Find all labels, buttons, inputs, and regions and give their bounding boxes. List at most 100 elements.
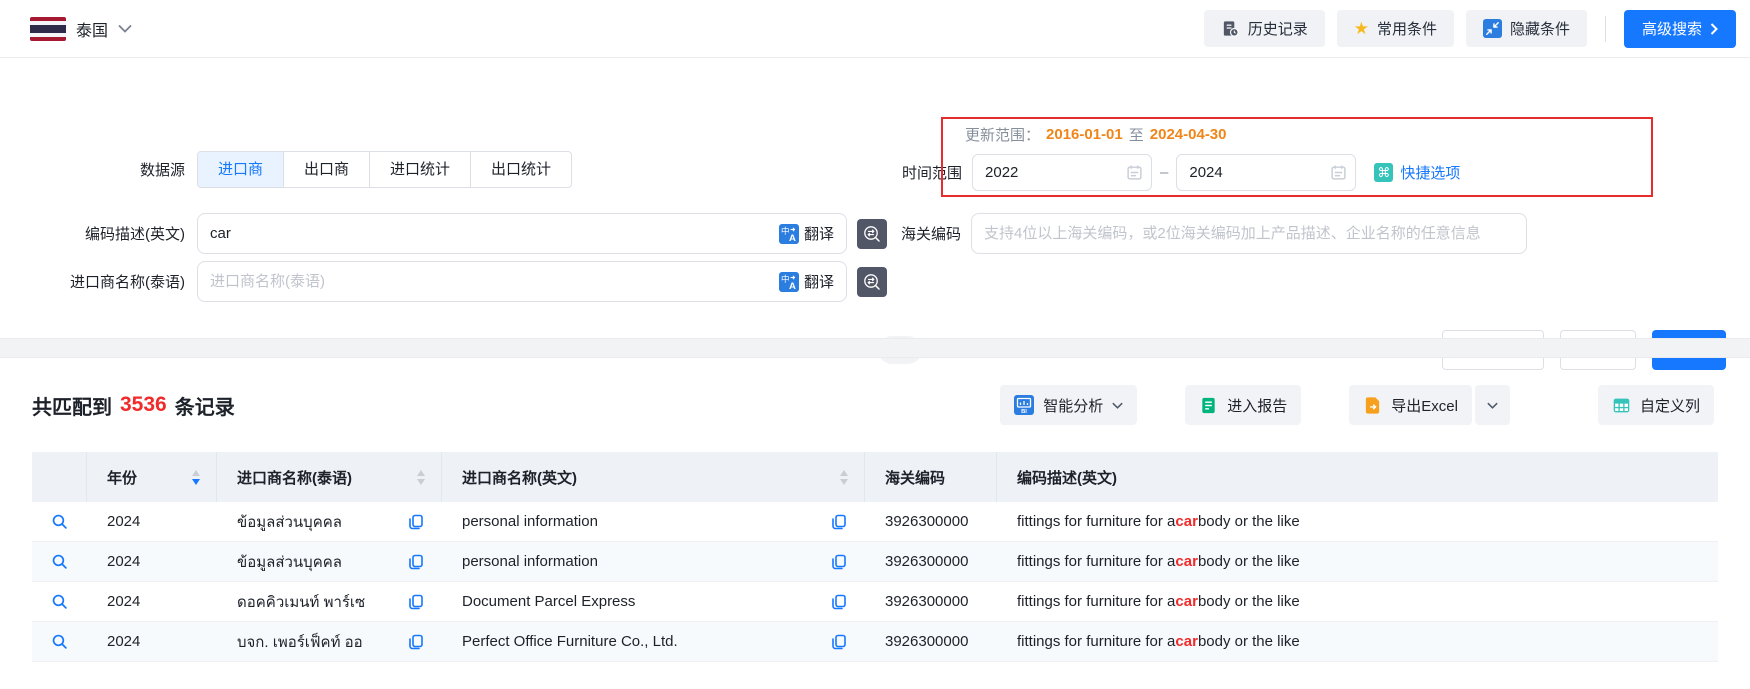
cell-importer-english: Perfect Office Furniture Co., Ltd. (442, 622, 865, 661)
export-options-button[interactable] (1475, 385, 1510, 425)
copy-icon[interactable] (408, 514, 424, 530)
cell-importer-english: personal information (442, 502, 865, 541)
report-icon (1199, 396, 1218, 415)
copy-icon[interactable] (831, 594, 847, 610)
section-divider (0, 338, 1750, 358)
history-button[interactable]: 历史记录 (1204, 10, 1325, 47)
importer-name-input[interactable] (210, 273, 779, 290)
hide-conditions-button[interactable]: 隐藏条件 (1466, 10, 1587, 47)
country-selector[interactable]: 泰国 (30, 17, 132, 41)
header-year: 年份 (87, 452, 217, 502)
favorites-label: 常用条件 (1377, 18, 1437, 39)
collapse-icon (1483, 19, 1502, 38)
time-range-label: 时间范围 (902, 162, 962, 183)
cell-importer-thai: ดอคคิวเมนท์ พาร์เซ (217, 582, 442, 621)
copy-icon[interactable] (408, 554, 424, 570)
export-excel-label: 导出Excel (1391, 395, 1458, 416)
translate-button[interactable]: 中 A 翻译 (779, 271, 834, 292)
code-description-field: 中 A 翻译 (197, 213, 847, 254)
row-detail-button[interactable] (32, 542, 87, 581)
importer-name-row: 进口商名称(泰语) 中 A 翻译 (30, 261, 887, 302)
table-header-row: 年份 进口商名称(泰语) 进口商名称(英文) 海关编码 编码描述(英文) (32, 452, 1718, 502)
summary-suffix: 条记录 (175, 391, 235, 420)
chevron-down-icon (1112, 402, 1123, 409)
calendar-icon[interactable] (1126, 164, 1143, 181)
update-range-to: 2024-04-30 (1150, 126, 1227, 143)
code-description-input[interactable] (210, 225, 779, 242)
copy-icon[interactable] (408, 634, 424, 650)
match-mode-icon[interactable] (857, 219, 887, 249)
time-to-input[interactable] (1189, 164, 1330, 181)
chevron-down-icon (1487, 402, 1498, 409)
svg-text:A: A (789, 281, 796, 292)
update-range-label: 更新范围： (965, 124, 1040, 145)
advanced-search-button[interactable]: 高级搜索 (1624, 10, 1736, 48)
excel-file-icon (1363, 396, 1382, 415)
row-detail-button[interactable] (32, 502, 87, 541)
tab-import-stats[interactable]: 进口统计 (370, 152, 471, 187)
row-detail-button[interactable] (32, 622, 87, 661)
table-row: 2024 บจก. เพอร์เฟ็คท์ ออ Perfect Office … (32, 622, 1718, 662)
cell-hs-code: 3926300000 (865, 502, 997, 541)
copy-icon[interactable] (831, 554, 847, 570)
favorites-button[interactable]: ★ 常用条件 (1337, 10, 1454, 47)
time-to-field (1176, 154, 1356, 191)
tab-export-stats[interactable]: 出口统计 (471, 152, 571, 187)
translate-icon: 中 A (779, 272, 799, 292)
search-panel: 数据源 进口商 出口商 进口统计 出口统计 更新范围： 2016-01-01 至… (0, 58, 1750, 338)
time-from-input[interactable] (985, 164, 1126, 181)
cell-hs-code: 3926300000 (865, 622, 997, 661)
smart-analysis-button[interactable]: BI 智能分析 (1000, 385, 1137, 425)
sort-year[interactable] (192, 470, 200, 485)
time-from-field (972, 154, 1152, 191)
range-separator: – (1160, 164, 1168, 181)
magnifier-icon (51, 633, 68, 650)
hs-code-input[interactable] (984, 225, 1514, 242)
chevron-right-icon (1710, 23, 1718, 35)
star-icon: ★ (1354, 20, 1369, 37)
history-label: 历史记录 (1248, 18, 1308, 39)
quick-options-button[interactable]: ⌘ 快捷选项 (1374, 162, 1460, 183)
row-detail-button[interactable] (32, 582, 87, 621)
header-code-description: 编码描述(英文) (997, 452, 1718, 502)
datasource-tabs: 进口商 出口商 进口统计 出口统计 (197, 151, 572, 188)
cell-description: fittings for furniture for a car body or… (997, 542, 1718, 581)
tab-importer[interactable]: 进口商 (198, 152, 284, 187)
customize-columns-button[interactable]: 自定义列 (1598, 385, 1714, 425)
results-table: 年份 进口商名称(泰语) 进口商名称(英文) 海关编码 编码描述(英文) 202… (32, 452, 1718, 662)
enter-report-label: 进入报告 (1227, 395, 1287, 416)
copy-icon[interactable] (831, 634, 847, 650)
topbar-actions: 历史记录 ★ 常用条件 隐藏条件 高级搜索 (1204, 10, 1736, 48)
table-row: 2024 ข้อมูลส่วนบุคคล personal informatio… (32, 502, 1718, 542)
chevron-down-icon (118, 24, 132, 33)
tab-exporter[interactable]: 出口商 (284, 152, 370, 187)
cell-hs-code: 3926300000 (865, 582, 997, 621)
svg-text:BI: BI (1021, 409, 1027, 415)
cell-description: fittings for furniture for a car body or… (997, 582, 1718, 621)
datasource-row: 数据源 进口商 出口商 进口统计 出口统计 (30, 151, 572, 188)
sort-importer-english[interactable] (840, 470, 848, 485)
header-importer-english: 进口商名称(英文) (442, 452, 865, 502)
calendar-icon[interactable] (1330, 164, 1347, 181)
header-expand-column (32, 452, 87, 502)
enter-report-button[interactable]: 进入报告 (1185, 385, 1301, 425)
hide-conditions-label: 隐藏条件 (1510, 18, 1570, 39)
copy-icon[interactable] (408, 594, 424, 610)
translate-button[interactable]: 中 A 翻译 (779, 223, 834, 244)
hs-code-field (971, 213, 1527, 254)
cell-year: 2024 (87, 502, 217, 541)
cell-importer-thai: บจก. เพอร์เฟ็คท์ ออ (217, 622, 442, 661)
bi-analysis-icon: BI (1014, 395, 1034, 415)
sort-importer-thai[interactable] (417, 470, 425, 485)
results-toolbar: BI 智能分析 进入报告 (1000, 385, 1714, 425)
match-mode-icon[interactable] (857, 267, 887, 297)
highlight-keyword: car (1175, 553, 1198, 570)
customize-columns-label: 自定义列 (1640, 395, 1700, 416)
time-range-row: 时间范围 – (902, 154, 1460, 191)
code-description-label: 编码描述(英文) (30, 223, 185, 244)
export-split-button: 导出Excel (1349, 385, 1510, 425)
results-count: 3536 (120, 393, 167, 417)
svg-text:A: A (789, 233, 796, 244)
export-excel-button[interactable]: 导出Excel (1349, 385, 1472, 425)
copy-icon[interactable] (831, 514, 847, 530)
